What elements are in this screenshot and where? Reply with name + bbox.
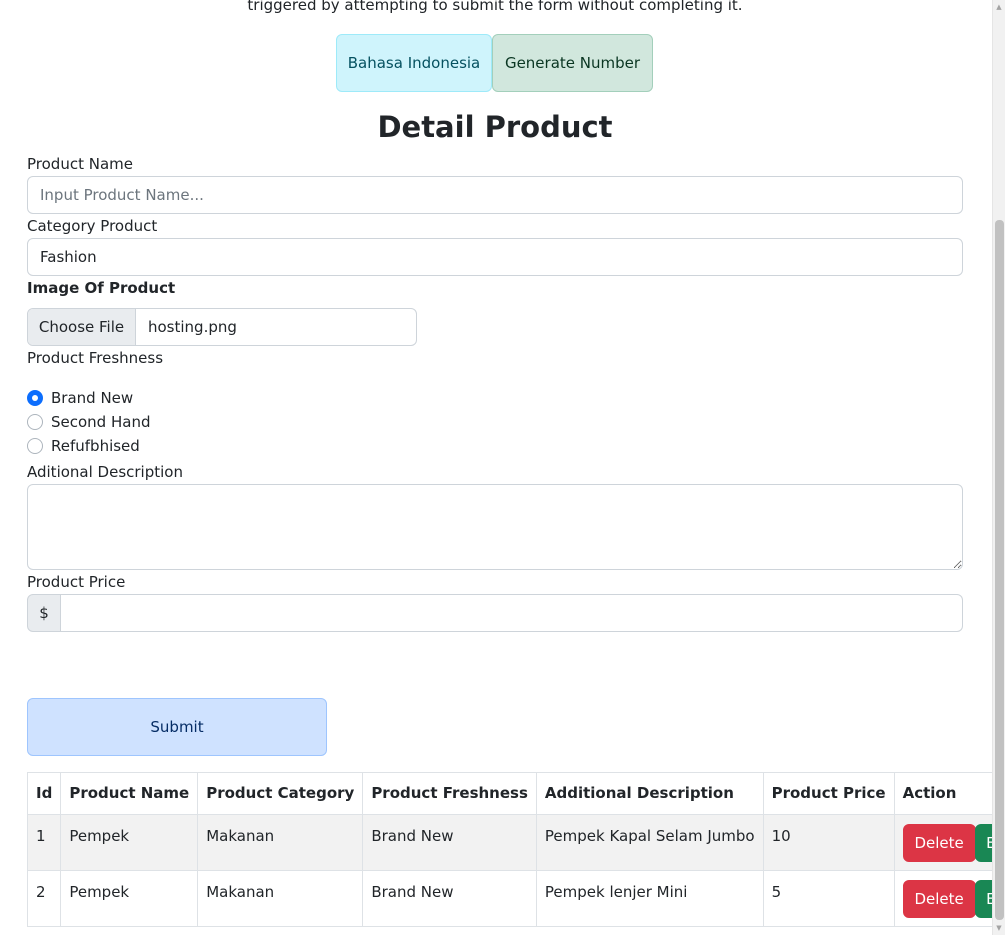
- language-button[interactable]: Bahasa Indonesia: [336, 34, 492, 92]
- price-input-group: $: [27, 594, 963, 632]
- page-title: Detail Product: [377, 110, 613, 144]
- cell-name: Pempek: [60, 814, 199, 871]
- freshness-label: Product Freshness: [27, 349, 164, 367]
- choose-file-button[interactable]: Choose File: [28, 309, 136, 345]
- generate-number-button[interactable]: Generate Number: [492, 34, 653, 92]
- header-product-category: Product Category: [197, 772, 364, 815]
- cell-id: 2: [26, 870, 62, 927]
- header-product-freshness: Product Freshness: [362, 772, 537, 815]
- submit-button[interactable]: Submit: [27, 698, 327, 756]
- scroll-up-arrow-icon[interactable]: ▲: [993, 0, 1005, 14]
- radio-brand-new[interactable]: Brand New: [27, 388, 133, 408]
- currency-addon: $: [27, 594, 61, 632]
- cell-category: Makanan: [197, 814, 364, 871]
- radio-second-hand-label: Second Hand: [51, 413, 151, 431]
- radio-brand-new-circle[interactable]: [27, 390, 43, 406]
- cell-description: Pempek Kapal Selam Jumbo: [535, 814, 764, 871]
- intro-text: triggered by attempting to submit the fo…: [247, 0, 743, 14]
- page-scrollbar[interactable]: ▲ ▼: [992, 0, 1005, 935]
- radio-refurbished-circle[interactable]: [27, 438, 43, 454]
- cell-freshness: Brand New: [362, 870, 537, 927]
- radio-second-hand-circle[interactable]: [27, 414, 43, 430]
- cell-freshness: Brand New: [362, 814, 537, 871]
- description-label: Aditional Description: [27, 463, 183, 481]
- category-label: Category Product: [27, 217, 158, 235]
- delete-button[interactable]: Delete: [902, 880, 976, 918]
- header-id: Id: [26, 772, 62, 815]
- radio-refurbished[interactable]: Refufbhised: [27, 436, 140, 456]
- radio-refurbished-label: Refufbhised: [51, 437, 140, 455]
- delete-button[interactable]: Delete: [902, 824, 976, 862]
- header-button-row: Bahasa Indonesia Generate Number: [336, 34, 653, 92]
- scroll-down-arrow-icon[interactable]: ▼: [993, 921, 1005, 935]
- cell-price: 10: [762, 814, 895, 871]
- product-name-input[interactable]: [27, 176, 963, 214]
- cell-price: 5: [762, 870, 895, 927]
- cell-action: DeleteEdit: [893, 814, 1005, 871]
- price-label: Product Price: [27, 573, 126, 591]
- products-table: Id Product Name Product Category Product…: [26, 772, 1005, 927]
- cell-category: Makanan: [197, 870, 364, 927]
- radio-brand-new-label: Brand New: [51, 389, 134, 407]
- cell-name: Pempek: [60, 870, 199, 927]
- image-label: Image Of Product: [27, 279, 176, 297]
- product-name-label: Product Name: [27, 155, 133, 173]
- header-product-price: Product Price: [762, 772, 895, 815]
- category-select-value: Fashion: [40, 248, 97, 266]
- scrollbar-thumb[interactable]: [995, 220, 1004, 920]
- image-file-input[interactable]: Choose File hosting.png: [27, 308, 417, 346]
- cell-description: Pempek lenjer Mini: [535, 870, 764, 927]
- cell-id: 1: [26, 814, 62, 871]
- header-action: Action: [893, 772, 1005, 815]
- file-name: hosting.png: [148, 318, 237, 336]
- table-row: 1 Pempek Makanan Brand New Pempek Kapal …: [26, 814, 1005, 871]
- header-additional-description: Additional Description: [535, 772, 764, 815]
- cell-action: DeleteEdit: [893, 870, 1005, 927]
- table-header-row: Id Product Name Product Category Product…: [26, 772, 1005, 815]
- header-product-name: Product Name: [60, 772, 199, 815]
- radio-second-hand[interactable]: Second Hand: [27, 412, 150, 432]
- description-textarea[interactable]: [27, 484, 963, 570]
- category-select[interactable]: Fashion: [27, 238, 963, 276]
- table-row: 2 Pempek Makanan Brand New Pempek lenjer…: [26, 870, 1005, 927]
- price-input[interactable]: [61, 594, 963, 632]
